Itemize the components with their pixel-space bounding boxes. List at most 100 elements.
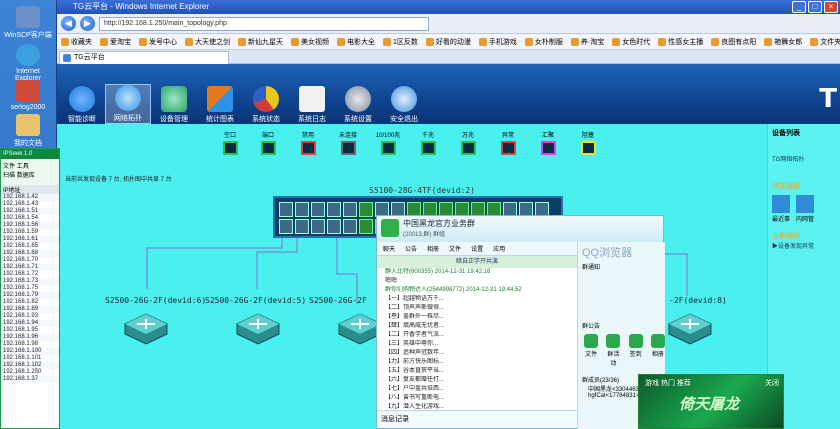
list-item[interactable]: 192.168.1.61 — [1, 236, 59, 243]
favorites-item[interactable]: 文件夹 — [806, 37, 840, 47]
list-item[interactable]: 192.168.1.72 — [1, 271, 59, 278]
address-input[interactable]: http://192.168.1.250/main_topology.php — [99, 16, 429, 31]
switch-device-icon[interactable] — [121, 310, 171, 346]
nav-system-settings[interactable]: 系统设置 — [335, 86, 381, 124]
tab-chat[interactable]: 聊天 — [383, 244, 395, 253]
list-item[interactable]: 192.168.1.95 — [1, 327, 59, 334]
tab-apps[interactable]: 应用 — [493, 244, 505, 253]
list-item[interactable]: 192.168.1.73 — [1, 278, 59, 285]
favorites-item[interactable]: 好看的动漫 — [422, 37, 475, 47]
game-ad-popup[interactable]: 游戏 热门 推荐 关闭 倚天屠龙 — [638, 374, 784, 429]
database-button[interactable]: 数据库 — [17, 173, 35, 179]
list-item[interactable]: 192.168.1.98 — [1, 341, 59, 348]
favorites-item[interactable]: 艳舞女郎 — [760, 37, 806, 47]
quick-item[interactable]: 最近事 — [772, 195, 790, 223]
app-album[interactable]: 相册 — [650, 334, 665, 367]
list-item[interactable]: 192.168.1.43 — [1, 201, 59, 208]
switch-port[interactable] — [343, 219, 357, 234]
tab-album[interactable]: 相册 — [427, 244, 439, 253]
menu-file[interactable]: 文件 — [3, 164, 15, 170]
back-button[interactable]: ◀ — [61, 16, 76, 31]
app-checkin[interactable]: 签到 — [628, 334, 643, 367]
list-item[interactable]: 192.168.1.54 — [1, 215, 59, 222]
switch-port[interactable] — [327, 202, 341, 217]
minimize-button[interactable]: _ — [792, 1, 806, 13]
desktop-icon-ie[interactable]: Internet Explorer — [4, 44, 52, 82]
favorites-item[interactable]: 电影大全 — [333, 37, 379, 47]
nav-device-mgmt[interactable]: 设备管理 — [151, 86, 197, 124]
list-item[interactable]: 192.168.1.101 — [1, 355, 59, 362]
desktop-icon-documents[interactable]: 我的文档 — [4, 114, 52, 148]
tab-tg-platform[interactable]: TG云平台 — [59, 51, 229, 64]
side-notice[interactable]: 群通知 — [578, 262, 665, 271]
nav-logout[interactable]: 安全退出 — [381, 86, 427, 124]
switch-port[interactable] — [311, 219, 325, 234]
list-item[interactable]: 192.168.1.82 — [1, 299, 59, 306]
favorites-item[interactable]: 大天使之剑 — [181, 37, 234, 47]
message-history-button[interactable]: 消息记录 — [381, 416, 409, 423]
list-item[interactable]: 192.168.1.59 — [1, 229, 59, 236]
scan-button[interactable]: 扫描 — [3, 173, 15, 179]
app-files[interactable]: 文件 — [584, 334, 599, 367]
favorites-item[interactable]: 1区反数 — [379, 37, 422, 47]
nav-system-log[interactable]: 系统日志 — [289, 86, 335, 124]
switch-device-icon[interactable] — [665, 310, 715, 346]
nav-stats[interactable]: 统计图表 — [197, 86, 243, 124]
switch-port[interactable] — [295, 202, 309, 217]
list-item[interactable]: 192.168.1.65 — [1, 243, 59, 250]
desktop-icon-serlog[interactable]: serlog2000 — [4, 80, 52, 111]
switch-port[interactable] — [311, 202, 325, 217]
favorites-item[interactable]: 女色时代 — [608, 37, 654, 47]
list-item[interactable]: 192.168.1.42 — [1, 194, 59, 201]
favorites-item[interactable]: 美女视频 — [287, 37, 333, 47]
list-item[interactable]: 192.168.1.71 — [1, 264, 59, 271]
quick-item[interactable]: 内网管 — [796, 195, 814, 223]
list-item[interactable]: 192.168.1.75 — [1, 285, 59, 292]
tab-notice[interactable]: 公告 — [405, 244, 417, 253]
switch-port[interactable] — [295, 219, 309, 234]
list-item[interactable]: 192.168.1.102 — [1, 362, 59, 369]
menu-tools[interactable]: 工具 — [17, 164, 29, 170]
list-item[interactable]: 192.168.1.70 — [1, 257, 59, 264]
side-bulletin[interactable]: 群公告 — [578, 321, 665, 330]
list-item[interactable]: 192.168.1.250 — [1, 369, 59, 376]
list-item[interactable]: 192.168.1.79 — [1, 292, 59, 299]
favorites-item[interactable]: 养·淘宝 — [567, 37, 608, 47]
ip-column-header[interactable]: IP地址 — [1, 185, 59, 194]
tab-settings[interactable]: 设置 — [471, 244, 483, 253]
nav-diagnosis[interactable]: 智能诊断 — [59, 86, 105, 124]
favorites-item[interactable]: 爱淘宝 — [96, 37, 135, 47]
switch-port[interactable] — [279, 219, 293, 234]
tab-files[interactable]: 文件 — [449, 244, 461, 253]
list-item[interactable]: 192.168.1.100 — [1, 348, 59, 355]
list-item[interactable]: 192.168.1.89 — [1, 306, 59, 313]
favorites-item[interactable]: 女朴制服 — [521, 37, 567, 47]
favorites-item[interactable]: 发号中心 — [135, 37, 181, 47]
favorites-item[interactable]: 收藏夹 — [57, 37, 96, 47]
switch-port[interactable] — [359, 202, 373, 217]
nav-system-status[interactable]: 系统状态 — [243, 86, 289, 124]
alarm-item[interactable]: ▶设备发现异常 — [768, 241, 840, 250]
list-item[interactable]: 192.168.1.56 — [1, 222, 59, 229]
switch-port[interactable] — [279, 202, 293, 217]
favorites-item[interactable]: 新仙九星天 — [234, 37, 287, 47]
list-item[interactable]: 192.168.1.37 — [1, 376, 59, 383]
desktop-icon-winscp[interactable]: WinSCP客户端 — [4, 6, 52, 40]
favorites-item[interactable]: 性感女主播 — [654, 37, 707, 47]
app-activity[interactable]: 群活动 — [606, 334, 621, 367]
ad-close-button[interactable]: 关闭 — [765, 378, 779, 388]
device-list-item[interactable]: TG网络拓扑 — [768, 154, 840, 163]
list-item[interactable]: 192.168.1.68 — [1, 250, 59, 257]
list-item[interactable]: 192.168.1.94 — [1, 320, 59, 327]
list-item[interactable]: 192.168.1.51 — [1, 208, 59, 215]
forward-button[interactable]: ▶ — [80, 16, 95, 31]
switch-port[interactable] — [343, 202, 357, 217]
list-item[interactable]: 192.168.1.96 — [1, 334, 59, 341]
switch-port[interactable] — [359, 219, 373, 234]
nav-topology[interactable]: 网络拓扑 — [105, 84, 151, 124]
close-button[interactable]: × — [824, 1, 838, 13]
favorites-item[interactable]: 良图有点阳 — [707, 37, 760, 47]
list-item[interactable]: 192.168.1.93 — [1, 313, 59, 320]
switch-device-icon[interactable] — [233, 310, 283, 346]
maximize-button[interactable]: □ — [808, 1, 822, 13]
